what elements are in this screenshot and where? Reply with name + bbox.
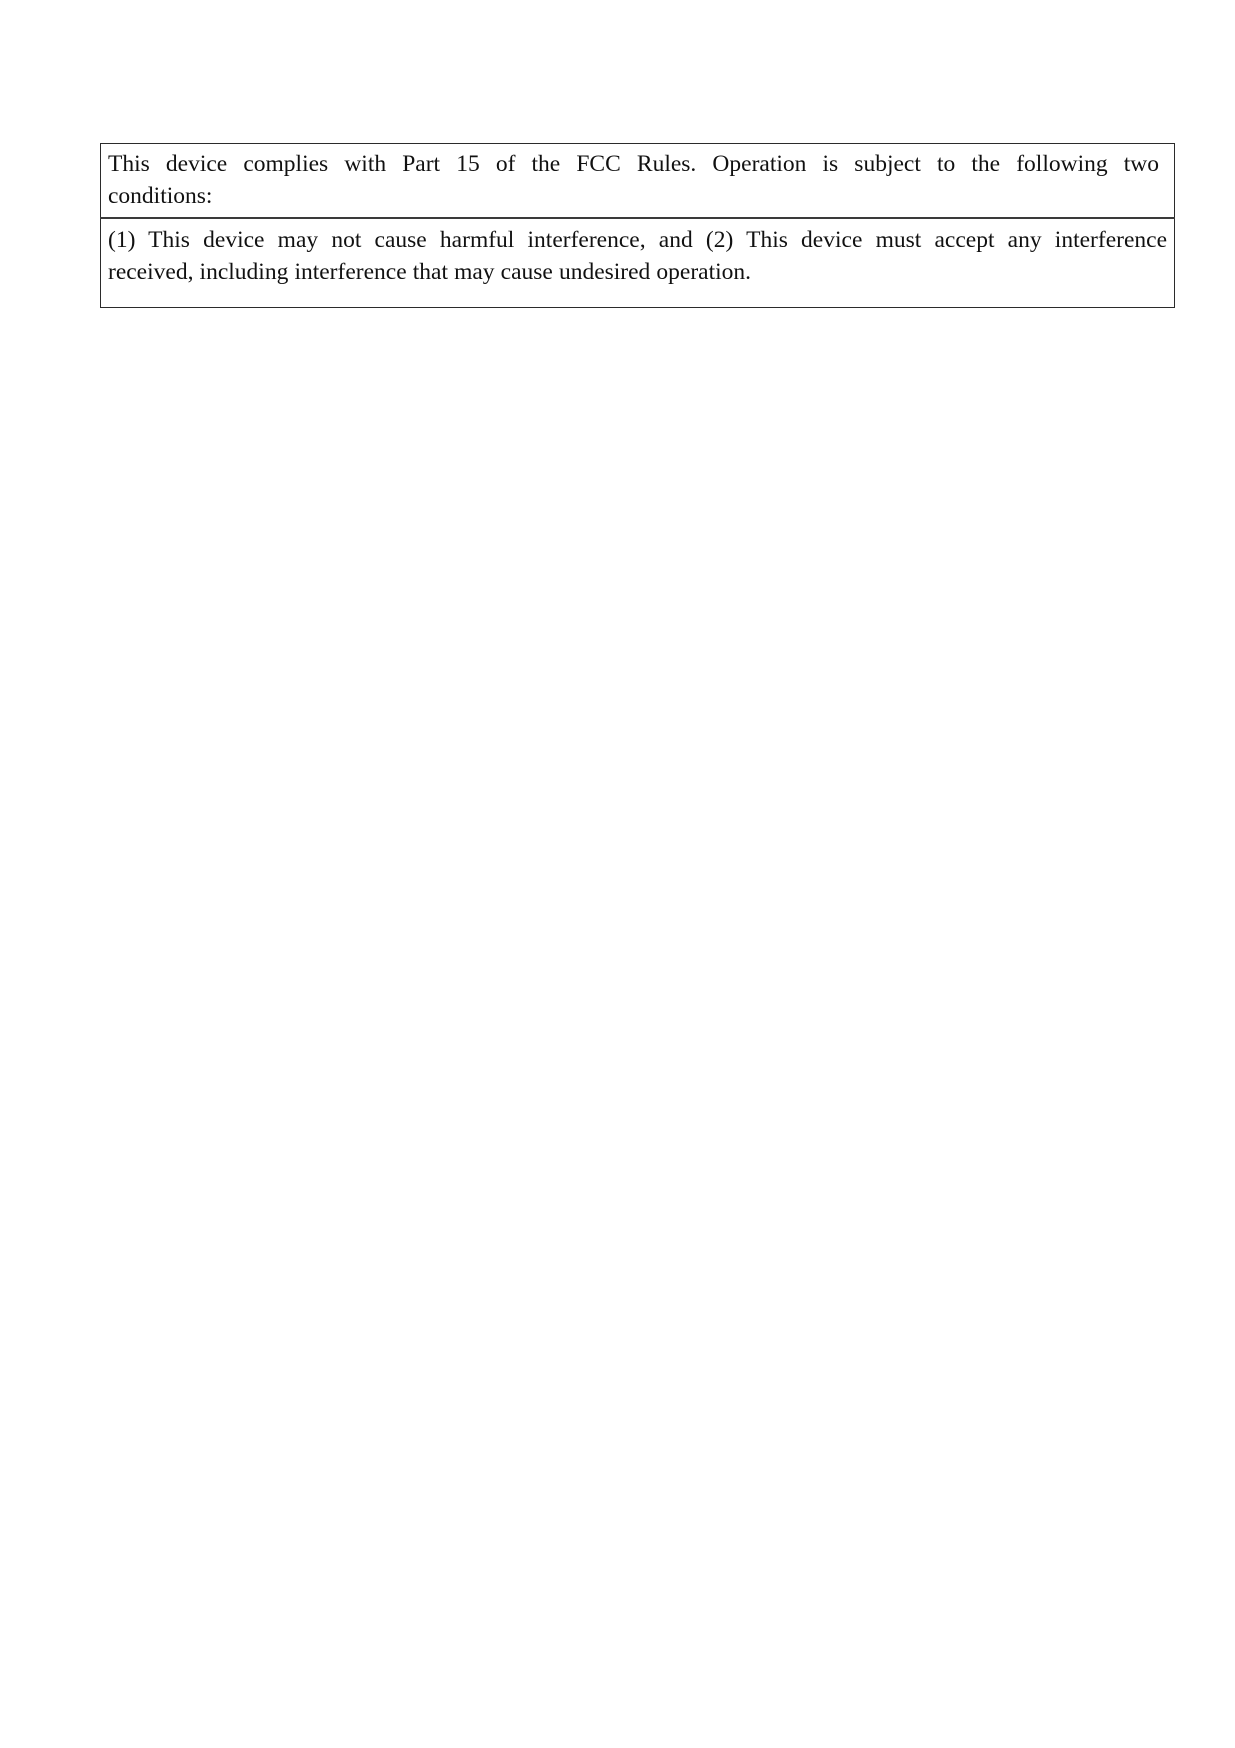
compliance-statement-line-1: This device complies with Part 15 of the… <box>108 151 1159 177</box>
operating-conditions-cell: (1) This device may not cause harmful in… <box>100 218 1175 308</box>
notice-table-body: This device complies with Part 15 of the… <box>100 143 1175 308</box>
fcc-notice-table: This device complies with Part 15 of the… <box>100 143 1175 308</box>
operating-conditions-line-1: (1) This device may not cause harmful in… <box>108 227 1167 253</box>
compliance-statement-paragraph: This device complies with Part 15 of the… <box>101 144 1166 217</box>
document-page: This device complies with Part 15 of the… <box>0 0 1235 1748</box>
table-row-operating-conditions: (1) This device may not cause harmful in… <box>100 218 1175 308</box>
operating-conditions-line-2: received, including interference that ma… <box>108 259 752 285</box>
operating-conditions-paragraph: (1) This device may not cause harmful in… <box>101 219 1174 293</box>
compliance-statement-cell: This device complies with Part 15 of the… <box>100 143 1175 219</box>
table-row-compliance-statement: This device complies with Part 15 of the… <box>100 143 1175 219</box>
compliance-statement-line-2: conditions: <box>108 183 213 209</box>
